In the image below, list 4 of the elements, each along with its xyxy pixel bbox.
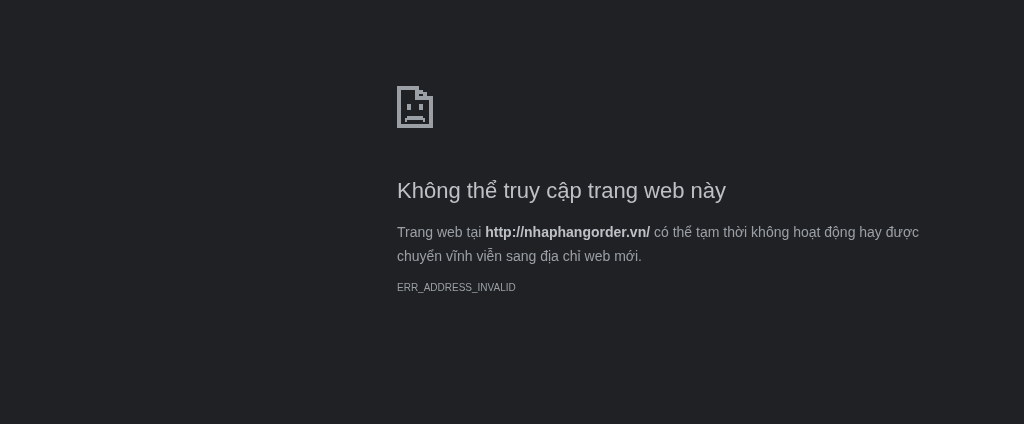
- error-code: ERR_ADDRESS_INVALID: [397, 282, 517, 294]
- error-title: Không thể truy cập trang web này: [397, 177, 727, 205]
- sad-page-icon: [397, 86, 433, 128]
- error-message: Trang web tại http://nhaphangorder.vn/ có thể tạm thời không hoạt động hay được chuyển vĩnh viễn sang địa chỉ web mới.: [397, 223, 921, 266]
